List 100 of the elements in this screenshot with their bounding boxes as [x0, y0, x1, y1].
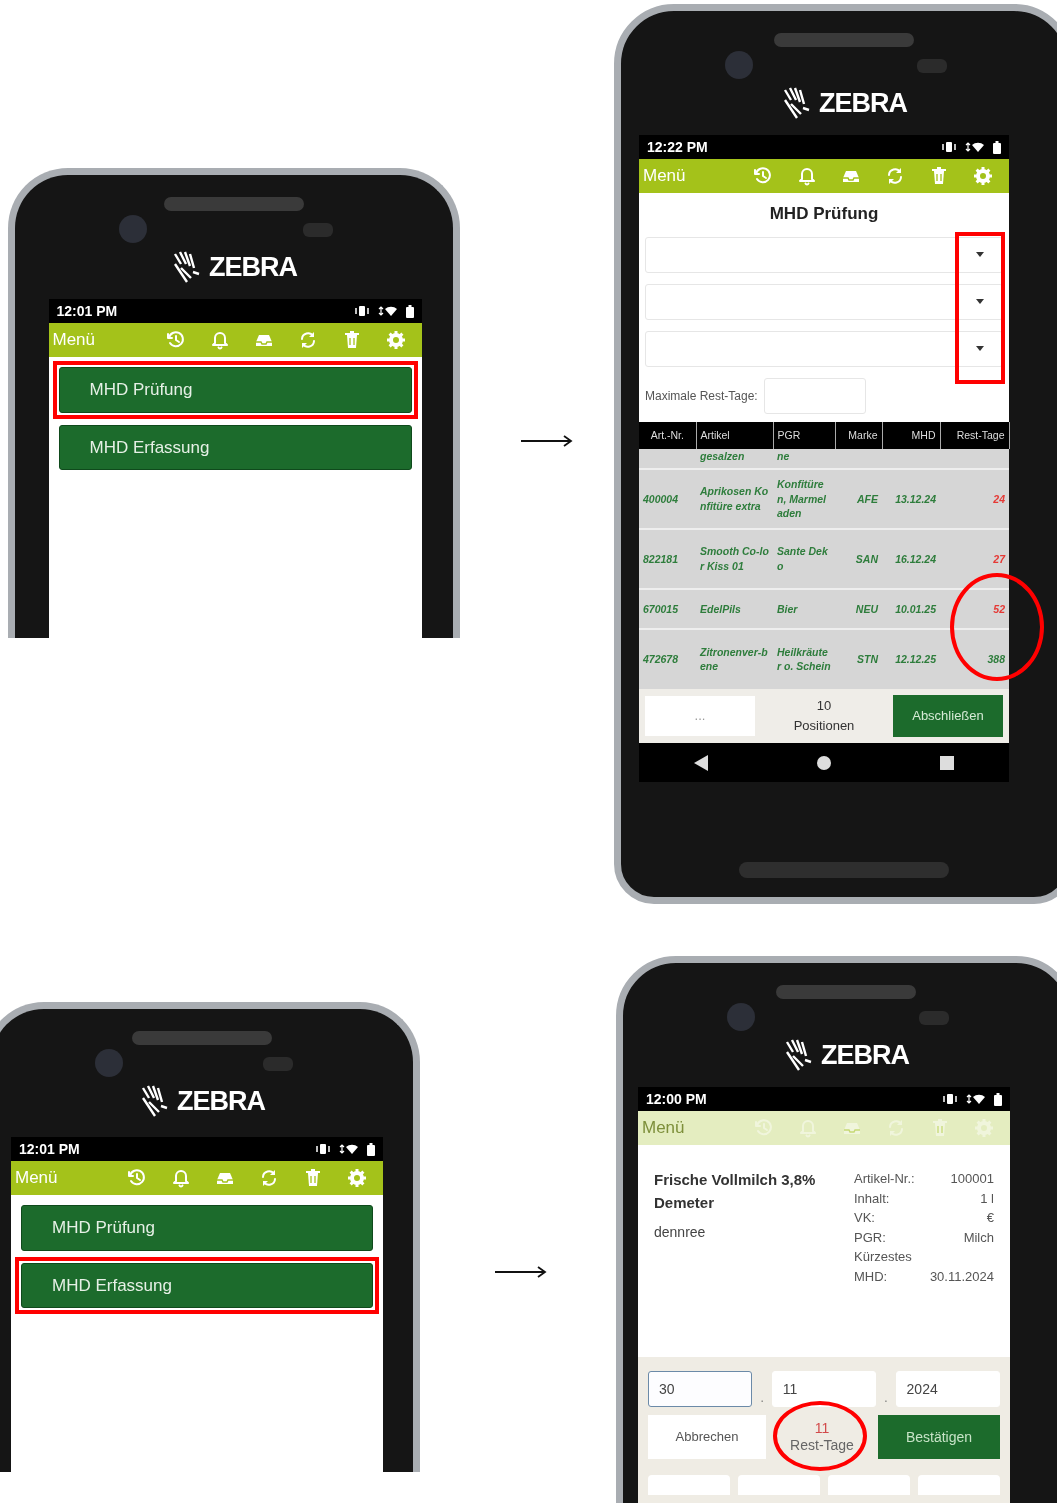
more-button[interactable]: ... [645, 695, 755, 736]
date-field[interactable]: 2024 [895, 1371, 1000, 1407]
recents-icon[interactable] [940, 755, 955, 770]
product-name: Frische Vollmilch 3,8% Demeter [654, 1170, 817, 1213]
position-label: Positionen [792, 716, 856, 735]
caret-icon [976, 252, 984, 257]
battery-icon [367, 1142, 375, 1156]
table-cell: 13.12.24 [882, 468, 940, 529]
status-time: 12:01 PM [56, 301, 118, 321]
table-cell: 16.12.24 [882, 528, 940, 589]
vibrate-icon [942, 1093, 958, 1105]
info-value: € [986, 1209, 994, 1227]
camera-lens [95, 1049, 123, 1077]
table-cell: 52 [940, 588, 1009, 629]
column-header[interactable]: Art.-Nr. [639, 421, 696, 450]
settings-icon[interactable] [346, 1167, 368, 1189]
brand-logo-text: ZEBRA [177, 1085, 265, 1118]
bell-icon[interactable] [170, 1167, 192, 1189]
info-label: Artikel-Nr.: [854, 1170, 915, 1188]
key-tile[interactable] [918, 1475, 1000, 1495]
bell-icon[interactable] [797, 1117, 819, 1139]
wifi-icon [377, 305, 398, 317]
table-cell: Smooth Co-lor Kiss 01 [696, 528, 773, 589]
table-cell: 472678 [639, 628, 696, 689]
table-cell: AFE [835, 468, 882, 529]
table-cell: SAN [835, 528, 882, 589]
table-cell: Konfitüren, Marmeladen [773, 468, 835, 529]
camera-lens [119, 215, 147, 243]
dropdown-field[interactable] [645, 236, 1003, 273]
table-cell: Bier [773, 588, 835, 629]
key-tile[interactable] [738, 1475, 820, 1495]
confirm-button[interactable]: Bestätigen [878, 1415, 1000, 1459]
settings-icon[interactable] [972, 165, 994, 187]
info-label: Inhalt: [854, 1189, 890, 1208]
table-cell: ne [773, 449, 835, 469]
cancel-button[interactable]: Abbrechen [648, 1415, 766, 1459]
caret-icon [976, 346, 984, 351]
input-field[interactable] [763, 377, 866, 414]
menu-button[interactable]: MHD Prüfung [21, 1205, 373, 1251]
field-label: Maximale Rest-Tage: [645, 387, 758, 405]
camera-lens [727, 1003, 755, 1031]
settings-icon[interactable] [973, 1117, 995, 1139]
table-cell: 12.12.25 [882, 628, 940, 689]
menu-title[interactable]: Menü [642, 1115, 742, 1141]
table-cell: Aprikosen Konfitüre extra [696, 468, 773, 529]
menu-button[interactable]: MHD Erfassung [21, 1262, 373, 1308]
settings-icon[interactable] [384, 329, 407, 351]
column-header[interactable]: Artikel [696, 421, 773, 450]
bell-icon[interactable] [796, 165, 818, 187]
info-label: PGR: [854, 1228, 886, 1247]
info-value: Milch [963, 1228, 994, 1247]
column-header[interactable]: MHD [882, 421, 940, 450]
caret-icon [976, 299, 984, 304]
info-value: 100001 [950, 1170, 994, 1188]
menu-button[interactable]: MHD Prüfung [58, 367, 412, 413]
table-cell: 670015 [639, 588, 696, 629]
home-icon[interactable] [817, 755, 831, 770]
table-cell: 10.01.25 [882, 588, 940, 629]
finish-button[interactable]: Abschließen [893, 694, 1003, 737]
info-value: 1 l [980, 1189, 994, 1208]
battery-icon [994, 1092, 1002, 1106]
date-separator: . [760, 1390, 764, 1407]
dropdown-field[interactable] [645, 330, 1003, 367]
key-tile[interactable] [828, 1475, 910, 1495]
table-cell: 822181 [639, 528, 696, 589]
battery-icon [993, 140, 1001, 154]
wifi-icon [339, 1143, 359, 1155]
date-separator: . [884, 1390, 888, 1407]
page-title: MHD Prüfung [768, 203, 880, 225]
wifi-icon [965, 141, 985, 153]
date-field[interactable]: 30 [648, 1371, 753, 1407]
camera-lens [725, 51, 753, 79]
product-brand: dennree [654, 1223, 707, 1242]
back-icon[interactable] [693, 754, 708, 771]
wifi-icon [966, 1093, 986, 1105]
rest-days-label: Rest-Tage [789, 1437, 855, 1455]
vibrate-icon [353, 305, 370, 317]
vibrate-icon [941, 141, 957, 153]
key-tile[interactable] [648, 1475, 730, 1495]
column-header[interactable]: PGR [773, 421, 835, 450]
table-cell: 27 [940, 528, 1009, 589]
column-header[interactable]: Rest-Tage [940, 421, 1009, 450]
info-label: Kürzestes MHD: [854, 1248, 913, 1286]
status-time: 12:00 PM [646, 1089, 707, 1109]
table-cell: Sante Deko [773, 528, 835, 589]
vibrate-icon [315, 1143, 331, 1155]
date-field[interactable]: 11 [771, 1371, 877, 1407]
column-header[interactable]: Marke [835, 421, 882, 450]
table-cell: 388 [940, 628, 1009, 689]
arrow-icon [521, 434, 573, 448]
menu-button[interactable]: MHD Erfassung [58, 424, 412, 470]
status-time: 12:01 PM [19, 1139, 80, 1159]
dropdown-field[interactable] [645, 283, 1003, 320]
table-cell: NEU [835, 588, 882, 629]
brand-logo-text: ZEBRA [821, 1039, 909, 1072]
status-time: 12:22 PM [647, 137, 708, 157]
table-cell: STN [835, 628, 882, 689]
battery-icon [405, 304, 414, 318]
table-cell: Heilkräuter o. Schein [773, 628, 835, 689]
table-cell: 24 [940, 468, 1009, 529]
